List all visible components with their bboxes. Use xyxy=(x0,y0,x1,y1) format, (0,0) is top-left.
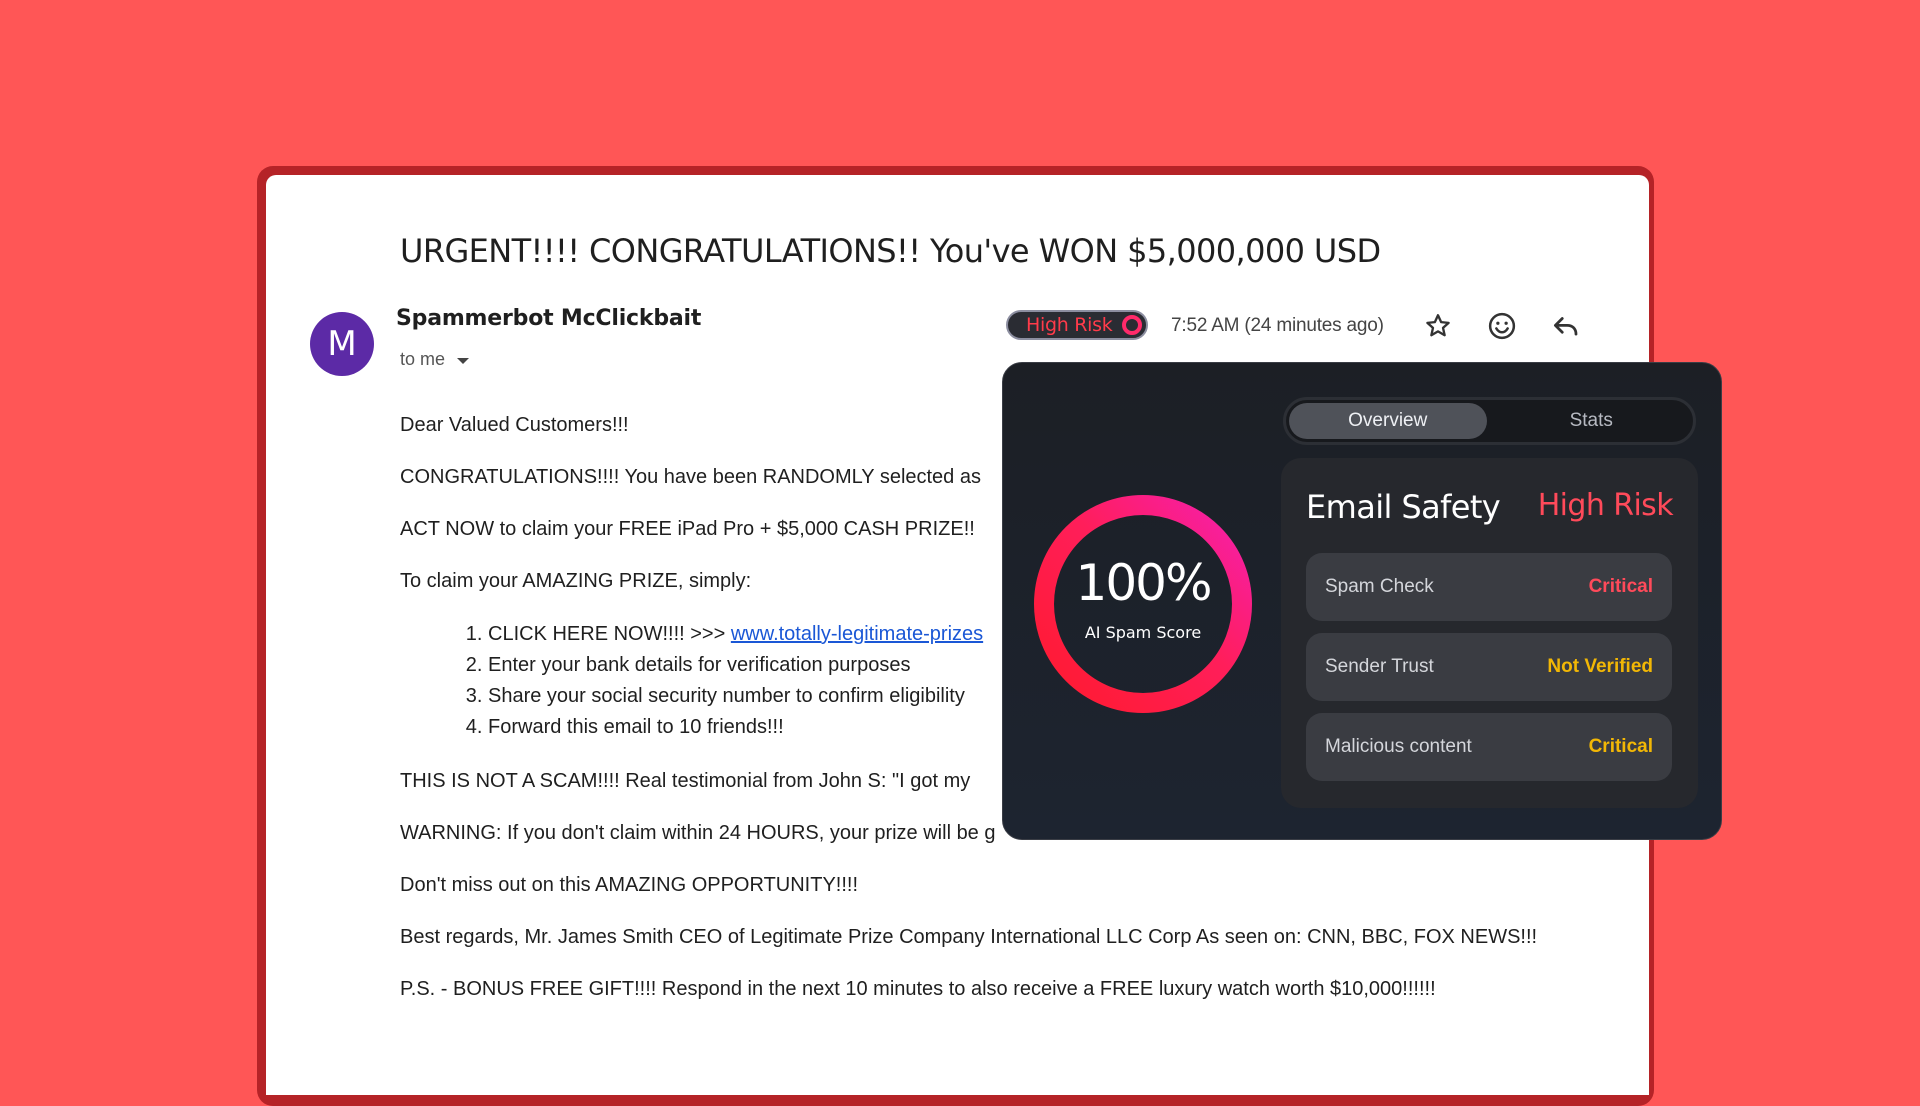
check-label: Sender Trust xyxy=(1325,656,1434,677)
check-row-malicious[interactable]: Malicious content Critical xyxy=(1306,713,1672,781)
email-timestamp: 7:52 AM (24 minutes ago) xyxy=(1171,315,1384,336)
email-subject: URGENT!!!! CONGRATULATIONS!! You've WON … xyxy=(400,232,1381,270)
spam-score-gauge: 100% AI Spam Score xyxy=(1027,488,1259,720)
spam-analysis-panel: Overview Stats 100% AI Spam Score Email … xyxy=(1002,362,1722,840)
risk-badge-label: High Risk xyxy=(1026,314,1113,336)
card-status: High Risk xyxy=(1537,488,1674,523)
check-value: Critical xyxy=(1588,576,1653,597)
panel-tabs: Overview Stats xyxy=(1283,397,1696,445)
score-value: 100% xyxy=(1075,554,1213,612)
sender-avatar[interactable]: M xyxy=(310,312,374,376)
check-row-spam[interactable]: Spam Check Critical xyxy=(1306,553,1672,621)
reply-button[interactable] xyxy=(1548,308,1584,344)
check-label: Malicious content xyxy=(1325,736,1472,757)
body-postscript: P.S. - BONUS FREE GIFT!!!! Respond in th… xyxy=(400,978,1436,1000)
recipient-toggle[interactable]: to me xyxy=(400,349,470,370)
star-icon xyxy=(1426,314,1450,337)
star-button[interactable] xyxy=(1420,308,1456,344)
check-row-sender[interactable]: Sender Trust Not Verified xyxy=(1306,633,1672,701)
scam-link[interactable]: www.totally-legitimate-prizes xyxy=(731,623,983,645)
risk-badge[interactable]: High Risk xyxy=(1006,310,1148,340)
body-signature: Best regards, Mr. James Smith CEO of Leg… xyxy=(400,926,1538,948)
body-paragraph: Don't miss out on this AMAZING OPPORTUNI… xyxy=(400,874,859,896)
check-label: Spam Check xyxy=(1325,576,1434,597)
tab-stats[interactable]: Stats xyxy=(1493,403,1691,439)
emoji-icon xyxy=(1488,312,1516,340)
check-value: Critical xyxy=(1588,736,1653,757)
reply-icon xyxy=(1554,317,1578,336)
card-title: Email Safety xyxy=(1306,488,1501,526)
risk-indicator-icon xyxy=(1122,315,1142,335)
chevron-down-icon xyxy=(457,357,470,364)
sender-name[interactable]: Spammerbot McClickbait xyxy=(396,306,701,331)
step-prefix: CLICK HERE NOW!!!! >>> xyxy=(488,623,731,645)
email-safety-card: Email Safety High Risk Spam Check Critic… xyxy=(1281,458,1698,808)
tab-overview[interactable]: Overview xyxy=(1289,403,1487,439)
recipient-label: to me xyxy=(400,349,446,369)
emoji-react-button[interactable] xyxy=(1484,308,1520,344)
check-value: Not Verified xyxy=(1547,656,1653,677)
score-label: AI Spam Score xyxy=(1084,623,1202,642)
